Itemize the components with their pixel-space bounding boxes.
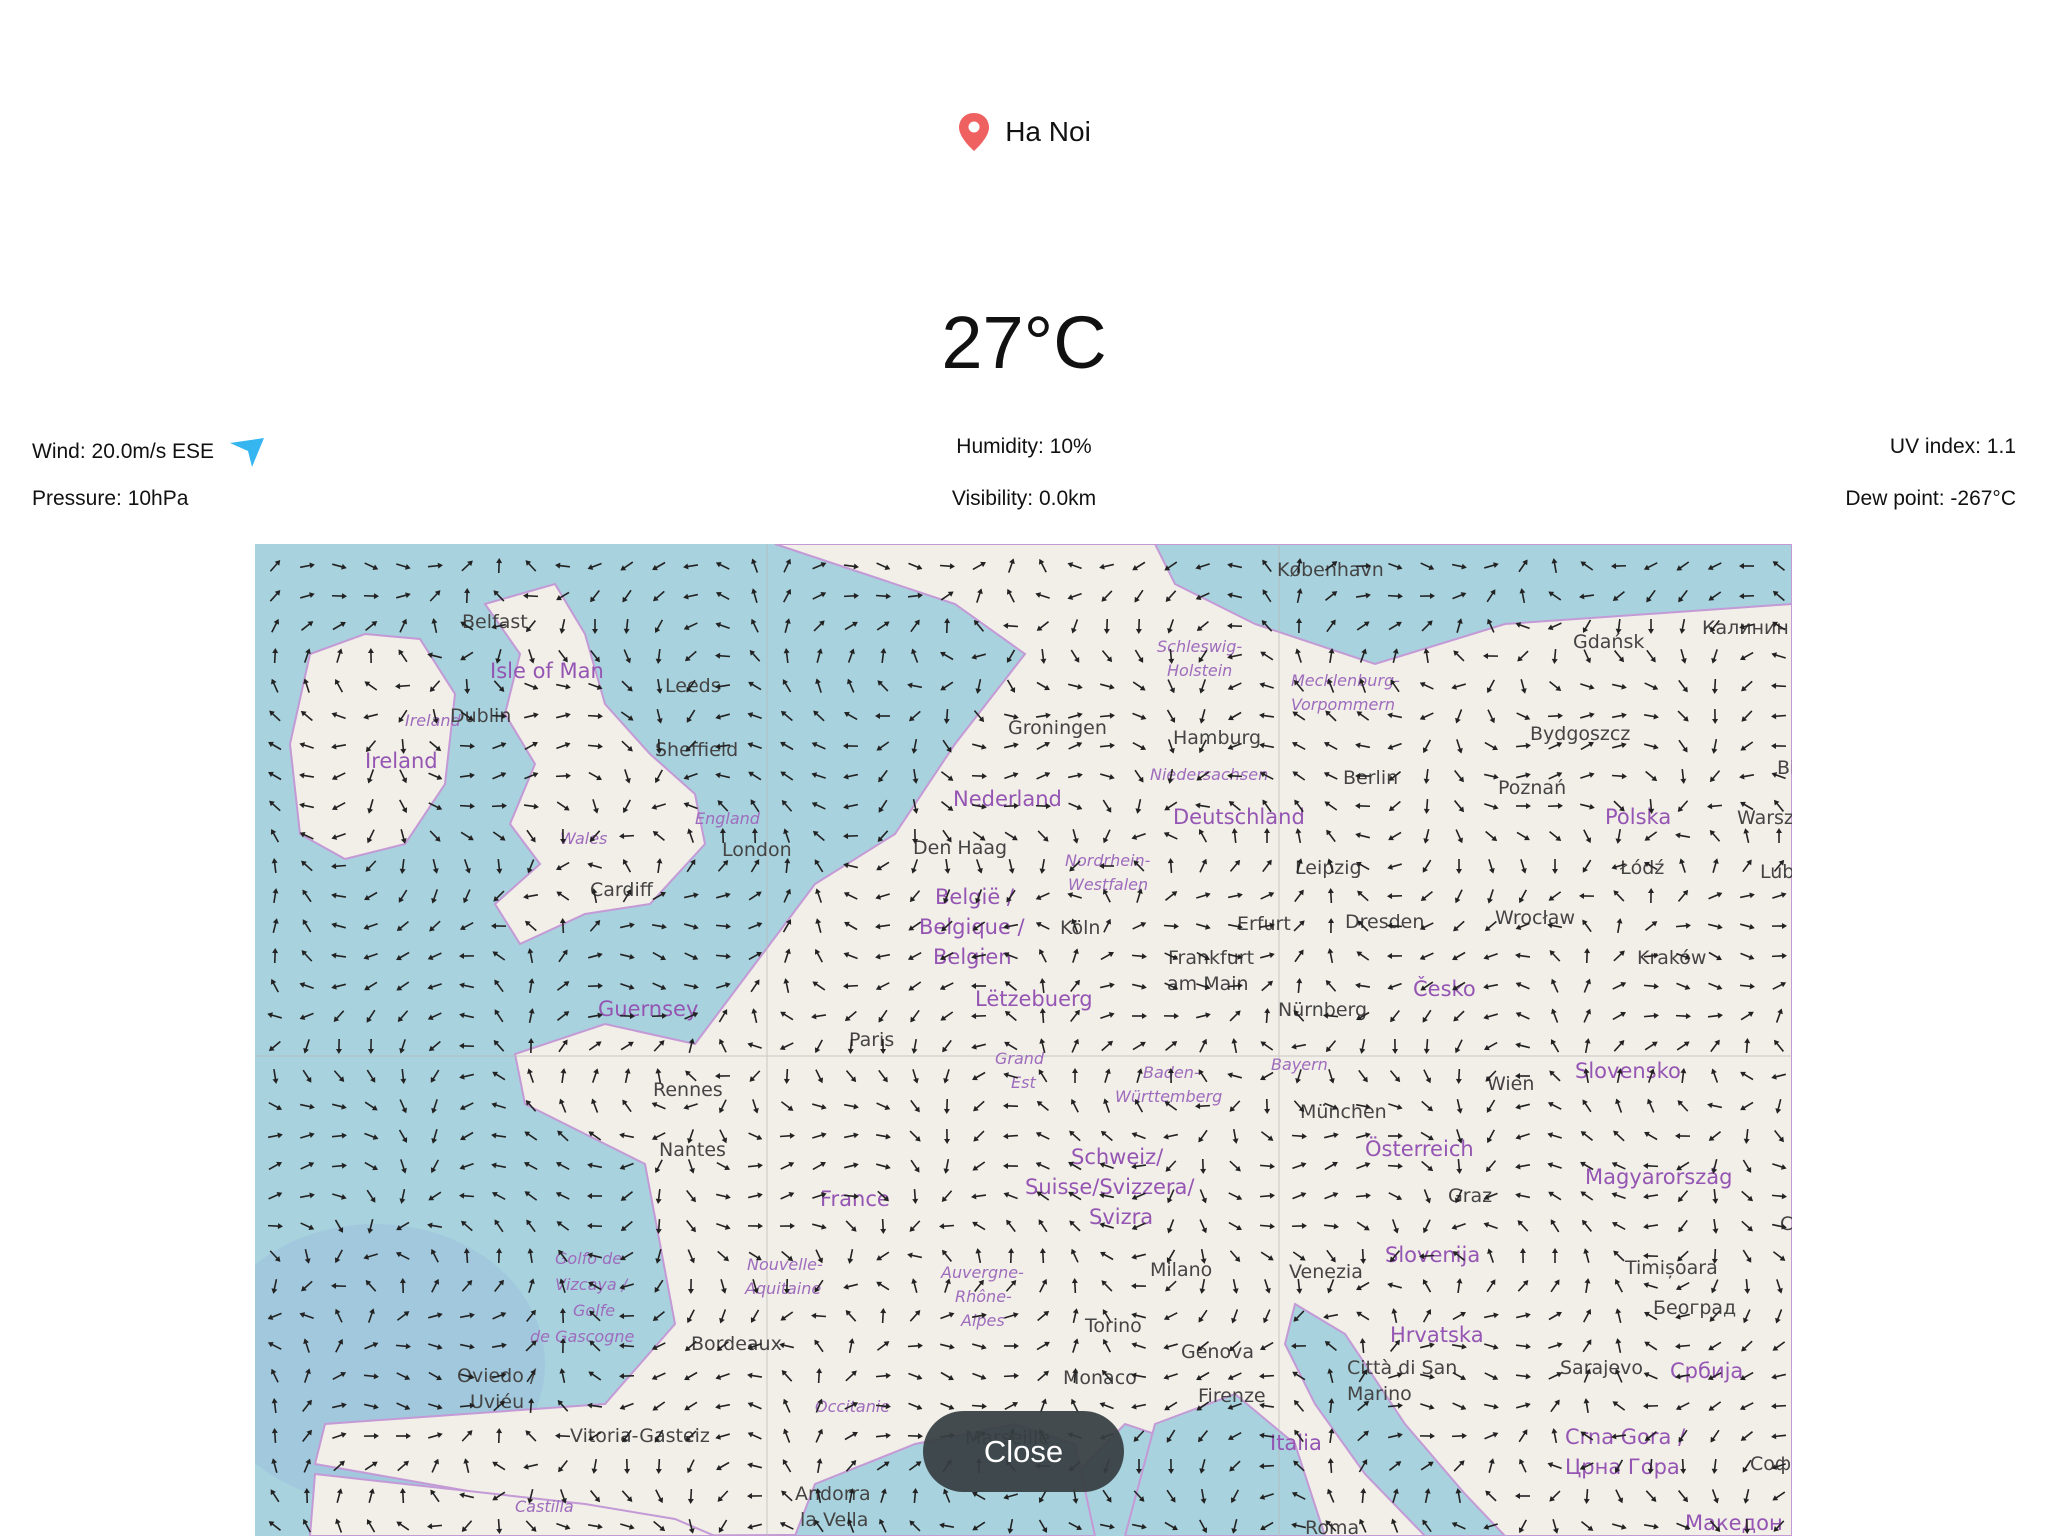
svg-text:Crna Gora /: Crna Gora / bbox=[1565, 1425, 1686, 1449]
svg-text:Bydgoszcz: Bydgoszcz bbox=[1530, 723, 1630, 745]
svg-text:Milano: Milano bbox=[1150, 1259, 1212, 1281]
svg-text:Kraków: Kraków bbox=[1637, 947, 1706, 969]
svg-text:München: München bbox=[1300, 1101, 1387, 1123]
svg-text:Est: Est bbox=[1011, 1073, 1036, 1092]
svg-text:England: England bbox=[695, 809, 761, 828]
svg-text:Sheffield: Sheffield bbox=[655, 739, 738, 761]
svg-text:Niedersachsen: Niedersachsen bbox=[1150, 765, 1268, 784]
svg-text:Nürnberg: Nürnberg bbox=[1278, 999, 1367, 1021]
location-header: Ha Noi bbox=[0, 112, 2048, 152]
svg-text:Genova: Genova bbox=[1181, 1341, 1254, 1363]
svg-text:Nederland: Nederland bbox=[953, 787, 1062, 811]
svg-text:Marino: Marino bbox=[1347, 1383, 1412, 1405]
svg-text:Lub: Lub bbox=[1760, 861, 1792, 883]
svg-text:Mecklenburg-: Mecklenburg- bbox=[1291, 671, 1400, 690]
svg-text:Venezia: Venezia bbox=[1289, 1261, 1363, 1283]
svg-text:Ireland: Ireland bbox=[365, 749, 438, 773]
svg-text:København: København bbox=[1277, 559, 1384, 581]
svg-text:Cardiff: Cardiff bbox=[590, 879, 654, 901]
wind-map-canvas: Ireland Isle of Man Nederland Deutschlan… bbox=[255, 544, 1792, 1536]
uv-index-stat: UV index: 1.1 bbox=[1889, 435, 2016, 458]
svg-text:Sarajevo: Sarajevo bbox=[1560, 1357, 1643, 1379]
svg-text:Bayern: Bayern bbox=[1271, 1055, 1328, 1074]
svg-text:Београд: Београд bbox=[1653, 1297, 1736, 1319]
svg-text:Polska: Polska bbox=[1605, 805, 1671, 829]
svg-text:Lëtzebuerg: Lëtzebuerg bbox=[975, 987, 1093, 1011]
svg-text:Łódź: Łódź bbox=[1619, 857, 1664, 879]
svg-text:Србија: Србија bbox=[1670, 1359, 1743, 1383]
svg-text:C: C bbox=[1780, 1213, 1792, 1235]
svg-text:Auvergne-: Auvergne- bbox=[940, 1263, 1024, 1282]
svg-text:Leeds: Leeds bbox=[665, 675, 721, 697]
svg-text:Slovensko: Slovensko bbox=[1575, 1059, 1681, 1083]
svg-text:Svizra: Svizra bbox=[1089, 1205, 1153, 1229]
svg-text:Warsz: Warsz bbox=[1737, 807, 1792, 829]
svg-text:Magyarország: Magyarország bbox=[1585, 1165, 1732, 1189]
svg-text:Schweiz/: Schweiz/ bbox=[1071, 1145, 1164, 1169]
svg-text:Graz: Graz bbox=[1448, 1185, 1492, 1207]
svg-text:Torino: Torino bbox=[1084, 1315, 1142, 1337]
svg-text:Schleswig-: Schleswig- bbox=[1157, 637, 1242, 656]
visibility-stat: Visibility: 0.0km bbox=[951, 487, 1097, 510]
humidity-stat: Humidity: 10% bbox=[956, 435, 1092, 458]
svg-text:Golfe: Golfe bbox=[573, 1301, 615, 1320]
svg-text:Dresden: Dresden bbox=[1345, 911, 1424, 933]
svg-text:am Main: am Main bbox=[1167, 973, 1249, 995]
svg-text:Westfalen: Westfalen bbox=[1068, 875, 1148, 894]
svg-text:France: France bbox=[820, 1187, 890, 1211]
close-button[interactable]: Close bbox=[923, 1411, 1124, 1492]
svg-text:Firenze: Firenze bbox=[1198, 1385, 1266, 1407]
svg-text:Vorpommern: Vorpommern bbox=[1291, 695, 1395, 714]
svg-text:London: London bbox=[722, 839, 792, 861]
svg-text:Erfurt: Erfurt bbox=[1237, 913, 1291, 935]
map-pin-icon bbox=[959, 113, 990, 151]
svg-text:Isle of Man: Isle of Man bbox=[490, 659, 604, 683]
location-name: Ha Noi bbox=[1005, 116, 1091, 147]
svg-text:Den Haag: Den Haag bbox=[913, 837, 1007, 859]
svg-text:Wrocław: Wrocław bbox=[1495, 907, 1575, 929]
svg-text:de Gascogne: de Gascogne bbox=[530, 1327, 635, 1346]
svg-text:Poznań: Poznań bbox=[1498, 777, 1566, 799]
svg-text:Holstein: Holstein bbox=[1167, 661, 1232, 680]
svg-text:Калинин: Калинин bbox=[1702, 617, 1789, 639]
svg-text:Andorra: Andorra bbox=[795, 1483, 871, 1505]
svg-text:Bordeaux: Bordeaux bbox=[691, 1333, 782, 1355]
svg-text:Timișoara: Timișoara bbox=[1624, 1257, 1718, 1279]
current-temperature: 27°C bbox=[941, 301, 1107, 384]
svg-text:Occitanie: Occitanie bbox=[815, 1397, 890, 1416]
svg-text:Guernsey: Guernsey bbox=[598, 997, 698, 1021]
svg-text:Hrvatska: Hrvatska bbox=[1390, 1323, 1484, 1347]
svg-text:Suisse/Svizzera/: Suisse/Svizzera/ bbox=[1025, 1175, 1195, 1199]
svg-text:Uviéu: Uviéu bbox=[470, 1391, 524, 1413]
svg-text:Gdańsk: Gdańsk bbox=[1573, 631, 1644, 653]
svg-text:Italia: Italia bbox=[1270, 1431, 1322, 1455]
svg-text:Grand: Grand bbox=[995, 1049, 1045, 1068]
svg-text:Paris: Paris bbox=[849, 1029, 894, 1051]
svg-text:la Vella: la Vella bbox=[800, 1509, 868, 1531]
svg-text:Rhône-: Rhône- bbox=[955, 1287, 1012, 1306]
svg-text:Nantes: Nantes bbox=[659, 1139, 726, 1161]
svg-text:Köln: Köln bbox=[1060, 917, 1100, 939]
dew-point-stat: Dew point: -267°C bbox=[1845, 487, 2016, 510]
svg-text:Македон: Македон bbox=[1685, 1511, 1783, 1535]
svg-text:Groningen: Groningen bbox=[1008, 717, 1107, 739]
svg-text:Wales: Wales bbox=[560, 829, 607, 848]
svg-text:Hamburg: Hamburg bbox=[1173, 727, 1261, 749]
wind-map[interactable]: Ireland Isle of Man Nederland Deutschlan… bbox=[255, 544, 1792, 1536]
svg-text:Rennes: Rennes bbox=[653, 1079, 723, 1101]
svg-text:Nordrhein-: Nordrhein- bbox=[1065, 851, 1151, 870]
